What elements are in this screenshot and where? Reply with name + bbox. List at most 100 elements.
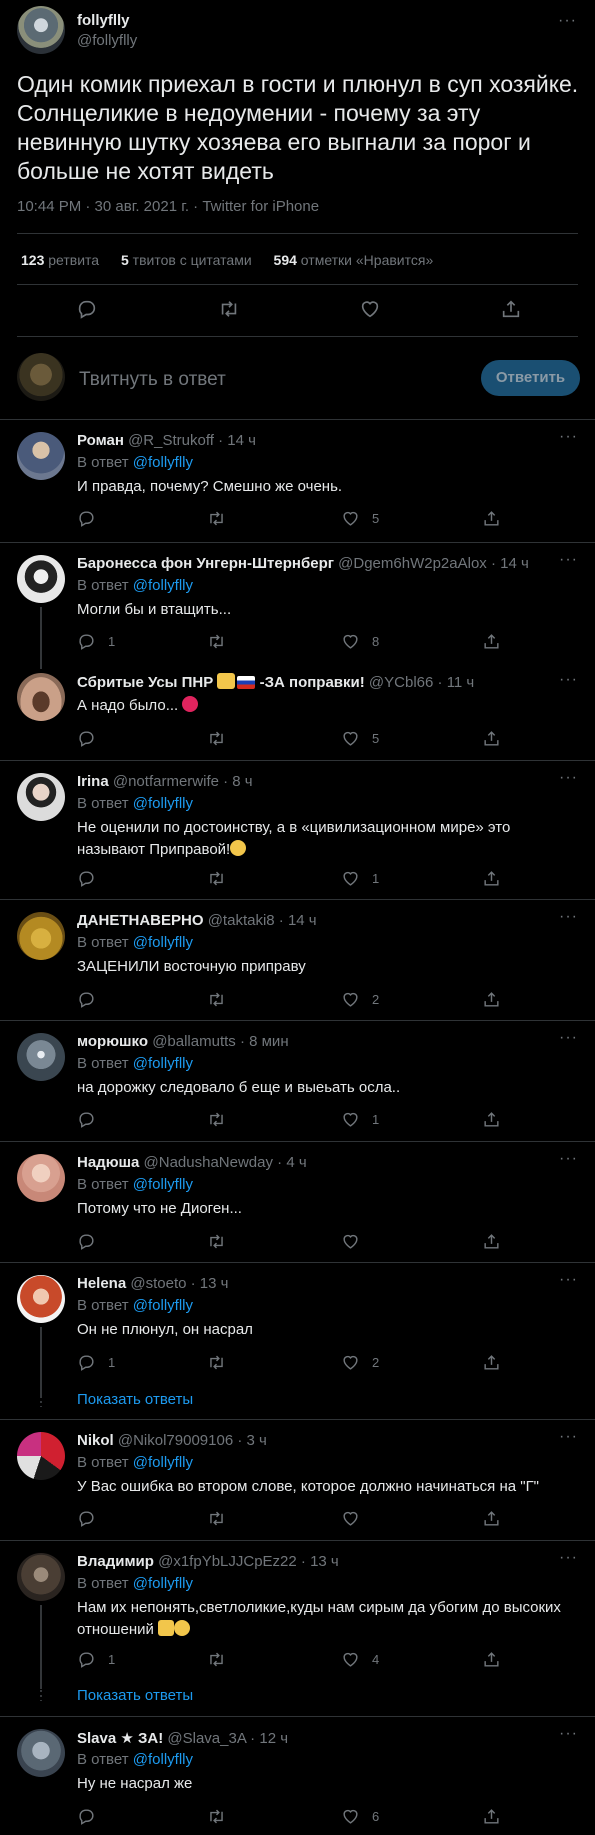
- like-icon[interactable]: [359, 298, 381, 320]
- more-icon[interactable]: ···: [559, 908, 578, 926]
- show-replies-link[interactable]: Показать ответы: [77, 1687, 193, 1704]
- more-icon[interactable]: ···: [559, 1150, 578, 1168]
- author-name[interactable]: Nikol: [77, 1432, 114, 1449]
- avatar[interactable]: [17, 1154, 65, 1202]
- reply-action[interactable]: 1: [77, 631, 115, 651]
- reply-tweet[interactable]: Владимир @x1fpYbLJJCpEz22 · 13 ч ··· В о…: [0, 1541, 595, 1716]
- reply-to-link[interactable]: @follyflly: [133, 1751, 193, 1768]
- author-handle[interactable]: @taktaki8: [208, 912, 275, 929]
- like-action[interactable]: [341, 1231, 372, 1251]
- reply-action[interactable]: 1: [77, 1649, 115, 1669]
- retweet-action[interactable]: [207, 868, 238, 888]
- retweet-action[interactable]: [207, 1649, 238, 1669]
- share-action[interactable]: [482, 508, 513, 528]
- tweet-meta[interactable]: 10:44 PM · 30 авг. 2021 г. · Twitter for…: [17, 198, 319, 215]
- like-action[interactable]: 8: [341, 631, 379, 651]
- like-action[interactable]: 1: [341, 868, 379, 888]
- retweet-action[interactable]: [207, 631, 238, 651]
- share-action[interactable]: [482, 868, 513, 888]
- share-action[interactable]: [482, 1806, 513, 1826]
- reply-tweet[interactable]: ДАНЕТНАВЕРНО @taktaki8 · 14 ч ··· В отве…: [0, 900, 595, 1022]
- timestamp[interactable]: · 13 ч: [186, 1275, 229, 1292]
- reply-to-link[interactable]: @follyflly: [133, 454, 193, 471]
- reply-action[interactable]: [77, 1231, 108, 1251]
- author-handle[interactable]: @Nikol79009106: [118, 1432, 233, 1449]
- avatar[interactable]: [17, 555, 65, 603]
- avatar[interactable]: [17, 1033, 65, 1081]
- avatar[interactable]: [17, 1432, 65, 1480]
- more-icon[interactable]: ···: [559, 671, 578, 689]
- like-action[interactable]: [341, 1508, 372, 1528]
- timestamp[interactable]: · 14 ч: [487, 555, 529, 572]
- reply-to-link[interactable]: @follyflly: [133, 934, 193, 951]
- avatar[interactable]: [17, 1729, 65, 1777]
- retweet-action[interactable]: [207, 508, 238, 528]
- reply-action[interactable]: 1: [77, 1352, 115, 1372]
- author-handle[interactable]: @x1fpYbLJJCpEz22: [158, 1553, 297, 1570]
- avatar[interactable]: [17, 673, 65, 721]
- reply-action[interactable]: [77, 728, 108, 748]
- author-handle[interactable]: @stoeto: [130, 1275, 186, 1292]
- reply-to-link[interactable]: @follyflly: [133, 1055, 193, 1072]
- reply-tweet[interactable]: Сбритые Усы ПНР -ЗА поправки! @YCbl66 · …: [0, 665, 595, 765]
- like-action[interactable]: 1: [341, 1109, 379, 1129]
- author-name[interactable]: Надюша: [77, 1154, 139, 1171]
- retweet-action[interactable]: [207, 1352, 238, 1372]
- retweet-action[interactable]: [207, 728, 238, 748]
- reply-tweet[interactable]: Nikol @Nikol79009106 · 3 ч ··· В ответ @…: [0, 1420, 595, 1540]
- reply-tweet[interactable]: Irina @notfarmerwife · 8 ч ··· В ответ @…: [0, 761, 595, 901]
- timestamp[interactable]: · 8 ч: [219, 773, 253, 790]
- reply-to-link[interactable]: @follyflly: [133, 577, 193, 594]
- reply-tweet[interactable]: Баронесса фон Унгерн-Штернберг @Dgem6hW2…: [0, 543, 595, 669]
- share-action[interactable]: [482, 1508, 513, 1528]
- like-action[interactable]: 5: [341, 508, 379, 528]
- like-action[interactable]: 2: [341, 989, 379, 1009]
- author-handle[interactable]: @Slava_3A: [167, 1730, 246, 1747]
- like-action[interactable]: 5: [341, 728, 379, 748]
- share-action[interactable]: [482, 1649, 513, 1669]
- author-name[interactable]: ДАНЕТНАВЕРНО: [77, 912, 204, 929]
- more-icon[interactable]: ···: [559, 1428, 578, 1446]
- retweet-action[interactable]: [207, 1508, 238, 1528]
- author-name[interactable]: Helena: [77, 1275, 126, 1292]
- author-name[interactable]: Баронесса фон Унгерн-Штернберг: [77, 555, 334, 572]
- like-action[interactable]: 4: [341, 1649, 379, 1669]
- reply-to-link[interactable]: @follyflly: [133, 795, 193, 812]
- reply-tweet[interactable]: Helena @stoeto · 13 ч ··· В ответ @folly…: [0, 1263, 595, 1421]
- more-icon[interactable]: ···: [559, 1271, 578, 1289]
- reply-to-link[interactable]: @follyflly: [133, 1454, 193, 1471]
- reply-tweet[interactable]: Роман @R_Strukoff · 14 ч ··· В ответ @fo…: [0, 420, 595, 542]
- author-name[interactable]: Сбритые Усы ПНР: [77, 674, 213, 691]
- reply-action[interactable]: [77, 1508, 108, 1528]
- retweets-label[interactable]: ретвита: [48, 252, 99, 268]
- share-action[interactable]: [482, 1352, 513, 1372]
- reply-action[interactable]: [77, 508, 108, 528]
- share-action[interactable]: [482, 631, 513, 651]
- share-action[interactable]: [482, 1109, 513, 1129]
- reply-button[interactable]: Ответить: [481, 360, 580, 396]
- more-icon[interactable]: ···: [559, 1725, 578, 1743]
- reply-action[interactable]: [77, 989, 108, 1009]
- more-icon[interactable]: ···: [559, 551, 578, 569]
- share-action[interactable]: [482, 728, 513, 748]
- like-action[interactable]: 2: [341, 1352, 379, 1372]
- likes-label[interactable]: отметки «Нравится»: [301, 252, 433, 268]
- avatar[interactable]: [17, 773, 65, 821]
- author-name[interactable]: Роман: [77, 432, 124, 449]
- avatar[interactable]: [17, 432, 65, 480]
- author-handle[interactable]: @Dgem6hW2p2aAlox: [338, 555, 487, 572]
- avatar[interactable]: [17, 1275, 65, 1323]
- author-name[interactable]: морюшко: [77, 1033, 148, 1050]
- author-handle[interactable]: @follyflly: [77, 32, 137, 49]
- retweet-action[interactable]: [207, 989, 238, 1009]
- reply-to-link[interactable]: @follyflly: [133, 1575, 193, 1592]
- quotes-label[interactable]: твитов с цитатами: [133, 252, 252, 268]
- more-icon[interactable]: ···: [559, 428, 578, 446]
- author-name[interactable]: Irina: [77, 773, 109, 790]
- reply-tweet[interactable]: Slava ★ ЗА! @Slava_3A · 12 ч ··· В ответ…: [0, 1717, 595, 1835]
- timestamp[interactable]: · 14 ч: [275, 912, 317, 929]
- avatar[interactable]: [17, 6, 65, 54]
- share-action[interactable]: [482, 989, 513, 1009]
- likes-count[interactable]: 594: [274, 252, 297, 268]
- more-icon[interactable]: ···: [559, 769, 578, 787]
